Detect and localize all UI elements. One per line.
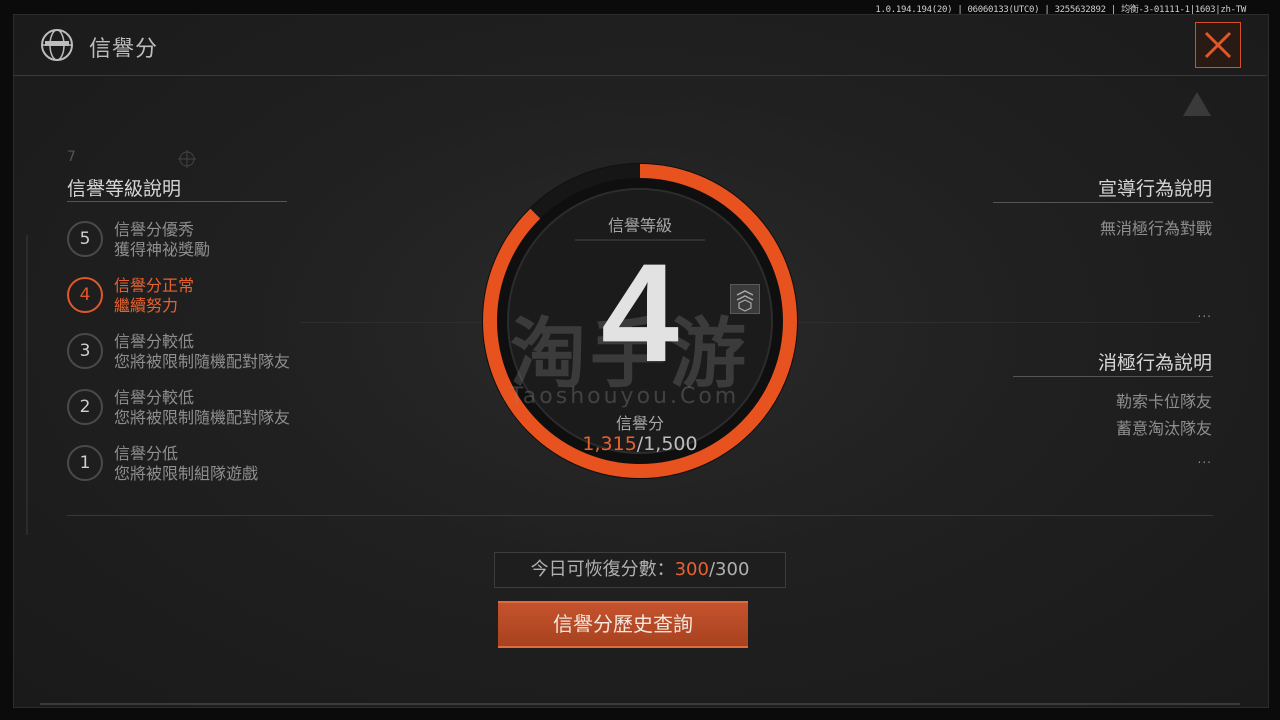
promote-section: 宣導行為說明 bbox=[1098, 174, 1212, 201]
level-badge: 4 bbox=[67, 277, 103, 313]
gauge-title: 信譽等級 bbox=[607, 216, 672, 235]
recover-max: /300 bbox=[708, 559, 750, 580]
level-item-1: 1 信譽分低 您將被限制組隊遊戲 bbox=[67, 440, 327, 484]
decor-line-left bbox=[26, 235, 28, 535]
level-desc: 您將被限制隨機配對隊友 bbox=[114, 352, 291, 371]
negative-title: 消極行為說明 bbox=[1097, 352, 1212, 374]
warning-icon bbox=[1183, 92, 1211, 116]
negative-section: 消極行為說明 bbox=[1098, 348, 1212, 375]
level-item-3: 3 信譽分較低 您將被限制隨機配對隊友 bbox=[67, 328, 327, 372]
level-desc: 您將被限制隨機配對隊友 bbox=[114, 408, 291, 427]
recover-label: 今日可恢復分數： bbox=[530, 559, 675, 580]
level-badge: 1 bbox=[67, 445, 103, 481]
page-title: 信譽分 bbox=[89, 37, 159, 62]
crosshair-icon bbox=[178, 150, 196, 168]
level-item-5: 5 信譽分優秀 獲得神祕獎勵 bbox=[67, 216, 327, 260]
level-item-2: 2 信譽分較低 您將被限制隨機配對隊友 bbox=[67, 384, 327, 428]
negative-item: 勒索卡位隊友 bbox=[1115, 392, 1212, 411]
promote-more: ... bbox=[1197, 306, 1212, 320]
score-max: /1,500 bbox=[636, 433, 698, 455]
score-current: 1,315 bbox=[582, 433, 637, 455]
close-button[interactable] bbox=[1195, 22, 1241, 68]
daily-recover-box: 今日可恢復分數：300/300 bbox=[494, 552, 786, 588]
level-badge: 5 bbox=[67, 221, 103, 257]
history-query-button[interactable]: 信譽分歷史查詢 bbox=[498, 601, 748, 648]
level-desc: 繼續努力 bbox=[114, 296, 179, 315]
decor-number: 7 bbox=[67, 149, 76, 165]
reputation-level-number: 4 bbox=[601, 234, 679, 391]
negative-more: ... bbox=[1197, 452, 1212, 466]
negative-item: 蓄意淘汰隊友 bbox=[1115, 419, 1212, 438]
level-desc: 獲得神祕獎勵 bbox=[114, 240, 211, 259]
score-label: 信譽分 bbox=[615, 414, 664, 433]
promote-title: 宣導行為說明 bbox=[1097, 178, 1212, 200]
level-section-title: 信譽等級說明 bbox=[67, 178, 182, 200]
promote-item: 無消極行為對戰 bbox=[1099, 219, 1212, 238]
promote-underline bbox=[993, 202, 1213, 203]
decor-bottom-line bbox=[40, 703, 1240, 705]
recover-current: 300 bbox=[674, 559, 709, 580]
level-item-4: 4 信譽分正常 繼續努力 bbox=[67, 272, 327, 316]
negative-underline bbox=[1013, 376, 1213, 377]
level-badge: 3 bbox=[67, 333, 103, 369]
score-readout: 1,315/1,500 bbox=[540, 433, 740, 455]
globe-icon bbox=[41, 29, 73, 61]
rank-badge-icon bbox=[730, 284, 760, 314]
header: 信譽分 bbox=[13, 14, 1267, 76]
bottom-divider bbox=[67, 515, 1213, 516]
level-desc: 您將被限制組隊遊戲 bbox=[114, 464, 259, 483]
level-badge: 2 bbox=[67, 389, 103, 425]
level-title-underline bbox=[67, 201, 287, 202]
close-icon bbox=[1204, 31, 1232, 59]
